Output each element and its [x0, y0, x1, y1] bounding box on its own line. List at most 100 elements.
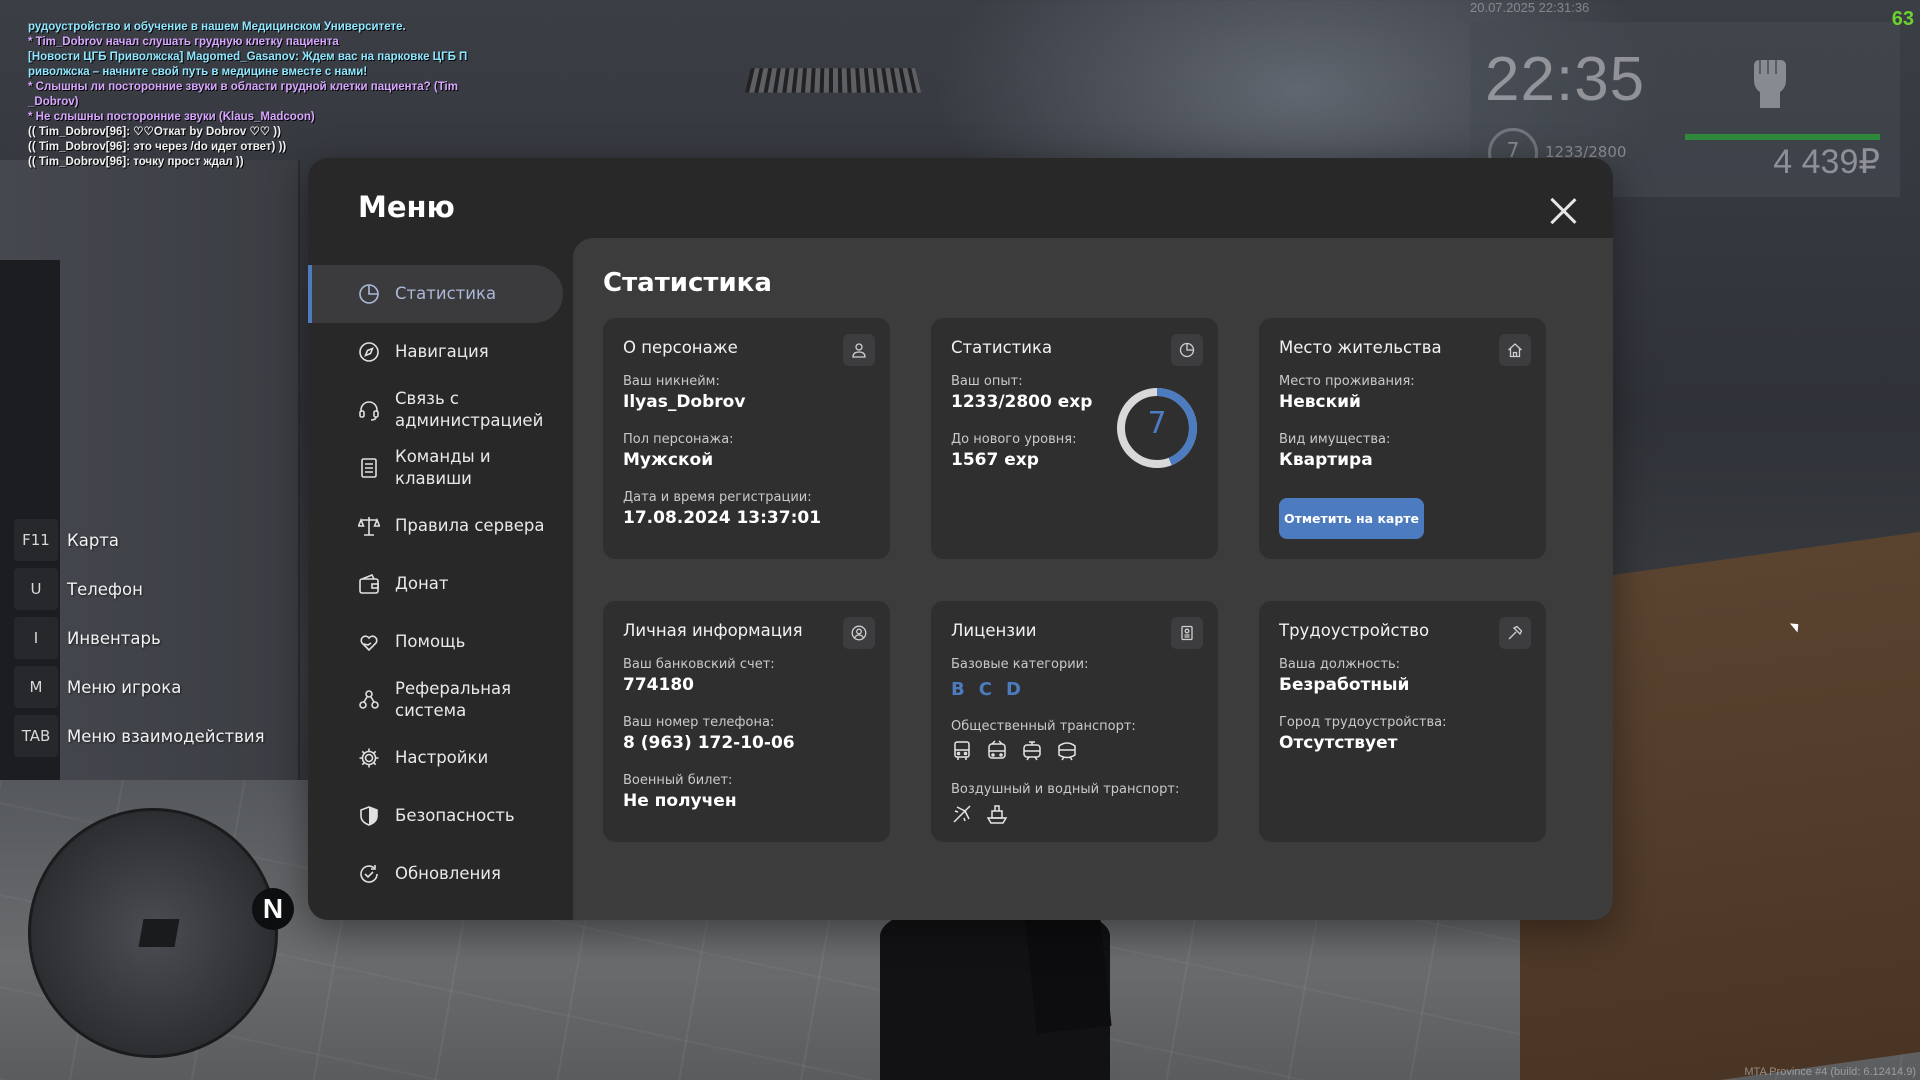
- licenses-card: Лицензии Базовые категории: B C D Общест…: [931, 601, 1218, 842]
- tram-icon: [1023, 741, 1041, 761]
- user-icon: [843, 334, 875, 366]
- chat-line: * Слышны ли посторонние звуки в области …: [28, 81, 458, 93]
- military-id-value: Не получен: [623, 791, 737, 811]
- bank-account-value: 774180: [623, 675, 694, 695]
- nav-item-navigation[interactable]: Навигация: [308, 323, 563, 381]
- hotkey-map[interactable]: F11 Карта: [14, 519, 265, 561]
- compass-icon: [357, 340, 381, 364]
- bus-icon: [954, 741, 970, 760]
- work-city-value: Отсутствует: [1279, 733, 1398, 753]
- fps-counter: 63: [1891, 8, 1914, 30]
- nav-item-admin-contact[interactable]: Связь с администрацией: [308, 381, 563, 439]
- nav-item-commands[interactable]: Команды и клавиши: [308, 439, 563, 497]
- nav-item-label: Безопасность: [395, 806, 515, 825]
- nav-item-label: Навигация: [395, 342, 489, 361]
- hotkey-interaction-menu[interactable]: TAB Меню взаимодействия: [14, 715, 265, 757]
- mark-on-map-button[interactable]: Отметить на карте: [1279, 498, 1424, 539]
- nav-item-label: Обновления: [395, 864, 501, 883]
- nav-item-referral[interactable]: Реферальная система: [308, 671, 563, 729]
- hotkey-inventory[interactable]: I Инвентарь: [14, 617, 265, 659]
- license-category: D: [1005, 679, 1021, 700]
- metro-icon: [1058, 742, 1076, 761]
- public-transport-label: Общественный транспорт:: [951, 719, 1136, 734]
- chat-line: * Не слышны посторонние звуки (Klaus_Mad…: [28, 111, 315, 123]
- nav-item-label: Команды и клавиши: [395, 447, 491, 488]
- sex-value: Мужской: [623, 450, 714, 470]
- hotkey-label: Карта: [67, 530, 120, 550]
- residence-place-value: Невский: [1279, 392, 1361, 412]
- nav-item-help[interactable]: Помощь: [308, 613, 563, 671]
- hotkey-phone[interactable]: U Телефон: [14, 568, 265, 610]
- nickname-label: Ваш никнейм:: [623, 374, 720, 389]
- hotkey-key: TAB: [14, 715, 58, 757]
- nav-item-label: Правила сервера: [395, 516, 545, 535]
- card-title: Статистика: [951, 338, 1053, 357]
- trolleybus-icon: [988, 740, 1006, 759]
- phone-value: 8 (963) 172-10-06: [623, 733, 795, 753]
- property-type-label: Вид имущества:: [1279, 432, 1391, 447]
- nav-item-label: Статистика: [395, 284, 497, 303]
- chat-line: (( Tim_Dobrov[96]: ♡♡Откат by Dobrov ♡♡ …: [28, 126, 281, 138]
- minimap: [28, 808, 278, 1058]
- fist-icon: [1748, 52, 1788, 112]
- nav-item-security[interactable]: Безопасность: [308, 787, 563, 845]
- license-category: B: [951, 679, 965, 700]
- gear-icon: [357, 746, 381, 770]
- character-card: О персонаже Ваш никнейм: Ilyas_Dobrov По…: [603, 318, 890, 559]
- nav-item-statistics[interactable]: Статистика: [308, 265, 563, 323]
- chat-line: рудоустройство и обучение в нашем Медици…: [28, 21, 406, 33]
- refresh-check-icon: [357, 862, 381, 886]
- hud-clock: 22:35: [1485, 45, 1646, 114]
- hammer-icon: [1499, 617, 1531, 649]
- base-categories-label: Базовые категории:: [951, 657, 1089, 672]
- nav-item-label: Донат: [395, 574, 449, 593]
- property-type-value: Квартира: [1279, 450, 1373, 470]
- chat-log: рудоустройство и обучение в нашем Медици…: [28, 20, 498, 170]
- menu-window: Меню Статистика Навигация Связь с админи…: [308, 158, 1613, 920]
- exp-label: Ваш опыт:: [951, 374, 1023, 389]
- user-circle-icon: [843, 617, 875, 649]
- registration-value: 17.08.2024 13:37:01: [623, 508, 822, 528]
- ceiling-vent: [744, 68, 922, 93]
- registration-label: Дата и время регистрации:: [623, 490, 812, 505]
- close-button[interactable]: [1546, 194, 1580, 228]
- people-network-icon: [357, 688, 381, 712]
- nav-item-updates[interactable]: Обновления: [308, 845, 563, 903]
- position-label: Ваша должность:: [1279, 657, 1401, 672]
- air-water-transport-label: Воздушный и водный транспорт:: [951, 782, 1180, 797]
- military-id-label: Военный билет:: [623, 773, 733, 788]
- hotkey-player-menu[interactable]: M Меню игрока: [14, 666, 265, 708]
- nav-item-label: Связь с администрацией: [395, 389, 544, 430]
- hotkey-key: U: [14, 568, 58, 610]
- house-icon: [1499, 334, 1531, 366]
- nav-item-label: Настройки: [395, 748, 489, 767]
- hotkey-label: Телефон: [67, 579, 143, 599]
- card-title: Лицензии: [951, 621, 1037, 640]
- position-value: Безработный: [1279, 675, 1410, 695]
- public-transport-icons: [951, 740, 1078, 762]
- personal-info-card: Личная информация Ваш банковский счет: 7…: [603, 601, 890, 842]
- nav-item-donate[interactable]: Донат: [308, 555, 563, 613]
- chat-line: * Tim_Dobrov начал слушать грудную клетк…: [28, 36, 339, 48]
- license-categories: B C D: [951, 679, 1021, 700]
- pie-chart-icon: [357, 282, 381, 306]
- card-title: Личная информация: [623, 621, 803, 640]
- nav-item-settings[interactable]: Настройки: [308, 729, 563, 787]
- residence-card: Место жительства Место проживания: Невск…: [1259, 318, 1546, 559]
- build-info: MTA Province #4 (build: 6.12414.9): [1744, 1066, 1916, 1078]
- next-level-label: До нового уровня:: [951, 432, 1077, 447]
- exp-value: 1233/2800 exp: [951, 392, 1093, 412]
- wallet-icon: [357, 572, 381, 596]
- pie-chart-icon: [1171, 334, 1203, 366]
- nickname-value: Ilyas_Dobrov: [623, 392, 746, 412]
- hotkey-key: M: [14, 666, 58, 708]
- statistics-card: Статистика Ваш опыт: 1233/2800 exp До но…: [931, 318, 1218, 559]
- menu-sidebar: Статистика Навигация Связь с администрац…: [308, 265, 563, 903]
- employment-card: Трудоустройство Ваша должность: Безработ…: [1259, 601, 1546, 842]
- air-water-transport-icons: [951, 803, 1008, 825]
- nav-item-rules[interactable]: Правила сервера: [308, 497, 563, 555]
- phone-label: Ваш номер телефона:: [623, 715, 775, 730]
- hotkey-key: I: [14, 617, 58, 659]
- level-value: 7: [1147, 406, 1167, 441]
- scales-icon: [357, 514, 381, 538]
